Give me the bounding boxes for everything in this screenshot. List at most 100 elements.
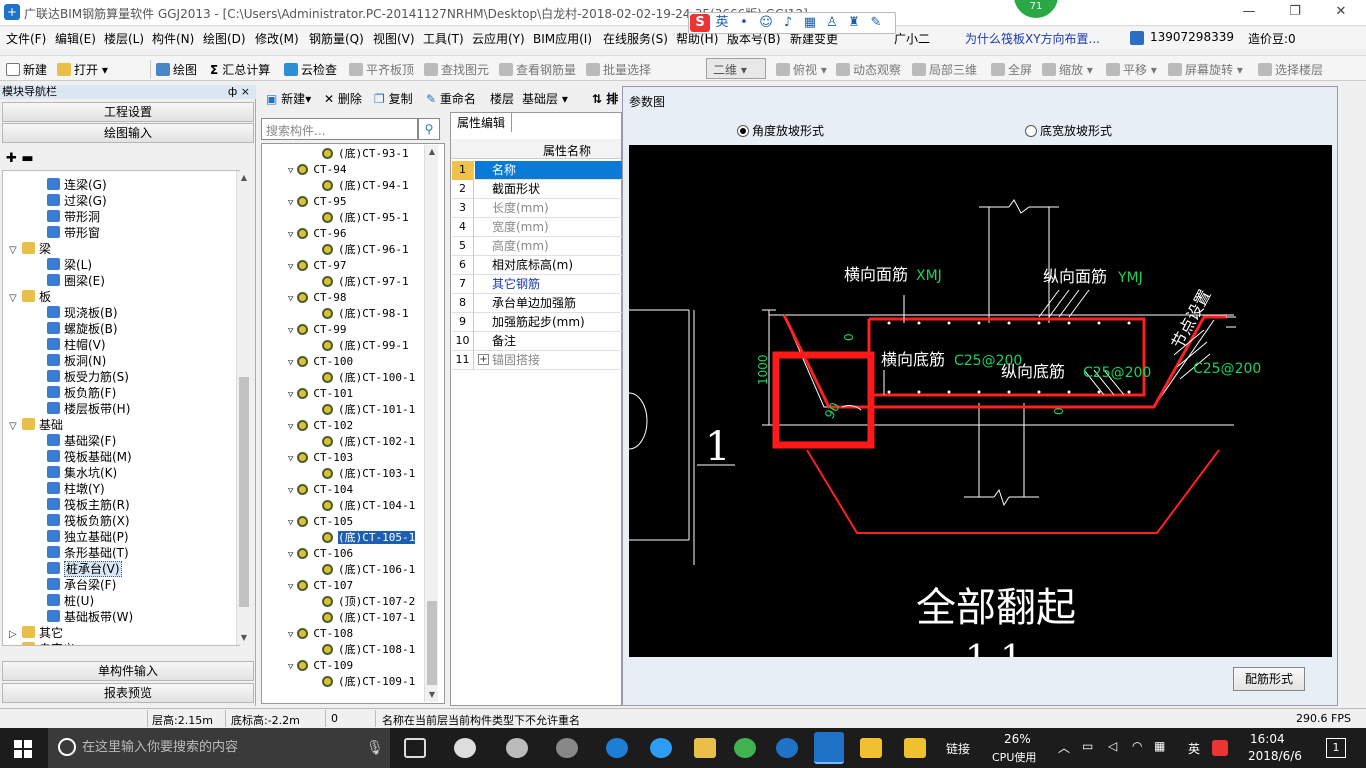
people-icon[interactable]: ♙	[821, 13, 843, 33]
comp-rename-button[interactable]: ✎ 重命名	[426, 90, 476, 107]
comp-copy-button[interactable]: ❐ 复制	[374, 90, 413, 107]
nav-tree-item[interactable]: 板负筋(F)	[47, 385, 116, 401]
cortana-icon[interactable]	[58, 738, 76, 756]
comp-delete-button[interactable]: ✕ 删除	[324, 90, 362, 107]
local-3d-button[interactable]: 局部三维	[912, 61, 977, 78]
scroll-down-icon[interactable]: ▼	[237, 631, 251, 645]
scroll-thumb[interactable]	[239, 377, 249, 607]
component-item[interactable]: ▽ CT-103	[288, 450, 353, 466]
ggj-app-icon[interactable]	[814, 732, 844, 764]
menu-rebar-qty[interactable]: 钢筋量(Q)	[309, 30, 364, 47]
collapse-toggle-icon[interactable]: ▽	[288, 262, 293, 272]
component-item[interactable]: ▽ CT-100	[288, 354, 353, 370]
menu-edit[interactable]: 编辑(E)	[55, 30, 96, 47]
menu-online[interactable]: 在线服务(S)	[603, 30, 668, 47]
expand-all-icon[interactable]: ✚ ▬	[6, 151, 34, 166]
menu-tools[interactable]: 工具(T)	[423, 30, 464, 47]
flush-slab-button[interactable]: 平齐板顶	[349, 61, 414, 78]
mic-icon[interactable]: ♪	[777, 13, 799, 33]
nav-tree-item[interactable]: 现浇板(B)	[47, 305, 118, 321]
nav-tree-item[interactable]: ▽ 梁	[9, 241, 51, 257]
component-item[interactable]: ▽ CT-102	[288, 418, 353, 434]
nav-tree-item[interactable]: 承台梁(F)	[47, 577, 116, 593]
ie-old-icon[interactable]	[506, 738, 528, 758]
component-item[interactable]: ▽ CT-97	[288, 258, 347, 274]
property-edit-tab[interactable]: 属性编辑	[450, 112, 512, 132]
collapse-toggle-icon[interactable]: ▽	[288, 422, 293, 432]
browser-360-icon[interactable]	[734, 738, 756, 758]
expand-toggle-icon[interactable]: ▽	[9, 291, 19, 307]
menu-modify[interactable]: 修改(M)	[255, 30, 299, 47]
collapse-toggle-icon[interactable]: ▽	[288, 662, 293, 672]
close-button[interactable]: ✕	[1318, 0, 1364, 26]
cost-beans[interactable]: 造价豆:0	[1248, 30, 1296, 47]
collapse-toggle-icon[interactable]: ▽	[288, 390, 293, 400]
component-sub-item[interactable]: (底)CT-105-1	[322, 530, 416, 546]
component-item[interactable]: ▽ CT-98	[288, 290, 347, 306]
scroll-up-icon[interactable]: ▲	[237, 171, 251, 185]
rebar-form-button[interactable]: 配筋形式	[1233, 667, 1305, 691]
comp-new-button[interactable]: ▣ 新建▾	[266, 90, 311, 107]
drawing-input-button[interactable]: 绘图输入	[2, 123, 254, 143]
clock-date[interactable]: 2018/6/6	[1248, 749, 1302, 763]
pan-button[interactable]: 平移 ▾	[1106, 61, 1157, 78]
component-sub-item[interactable]: (底)CT-94-1	[322, 178, 409, 194]
component-sub-item[interactable]: (底)CT-97-1	[322, 274, 409, 290]
component-sub-item[interactable]: (底)CT-99-1	[322, 338, 409, 354]
report-preview-button[interactable]: 报表预览	[2, 683, 254, 703]
maximize-button[interactable]: ❐	[1272, 0, 1318, 26]
scroll-thumb[interactable]	[427, 601, 437, 685]
summary-calc-button[interactable]: Σ 汇总计算	[210, 61, 270, 78]
nav-tree-item[interactable]: 集水坑(K)	[47, 465, 117, 481]
component-sub-item[interactable]: (底)CT-108-1	[322, 642, 415, 658]
fullscreen-button[interactable]: 全屏	[991, 61, 1032, 78]
keyboard-icon[interactable]: ▦	[799, 13, 821, 33]
nav-tree-scrollbar[interactable]: ▲ ▼	[236, 171, 250, 645]
collapse-toggle-icon[interactable]: ▽	[288, 358, 293, 368]
property-row[interactable]: 4 宽度(mm)	[452, 218, 622, 237]
windows-start-icon[interactable]	[14, 740, 32, 758]
component-item[interactable]: ▽ CT-94	[288, 162, 347, 178]
pin-close-icon[interactable]: ф ×	[228, 85, 250, 99]
collapse-toggle-icon[interactable]: ▽	[288, 326, 293, 336]
ime-mode[interactable]: 英	[711, 13, 733, 33]
width-slope-radio[interactable]: 底宽放坡形式	[1025, 122, 1112, 139]
expand-toggle-icon[interactable]: ▷	[9, 643, 19, 645]
component-sub-item[interactable]: (底)CT-109-1	[322, 674, 415, 690]
component-item[interactable]: ▽ CT-95	[288, 194, 347, 210]
internet-explorer-icon[interactable]	[650, 738, 672, 758]
nav-tree-item[interactable]: 条形基础(T)	[47, 545, 129, 561]
nav-tree-item[interactable]: 柱帽(V)	[47, 337, 106, 353]
find-element-button[interactable]: 查找图元	[424, 61, 489, 78]
wrench-icon[interactable]: ✎	[865, 13, 887, 33]
menu-bim[interactable]: BIM应用(I)	[533, 30, 592, 47]
menu-file[interactable]: 文件(F)	[6, 30, 46, 47]
project-settings-button[interactable]: 工程设置	[2, 102, 254, 122]
search-icon[interactable]: ⚲	[418, 118, 440, 140]
parameter-drawing-canvas[interactable]: 1 1000 90 0 0 横向面筋 XMJ 纵向面筋 YMJ 节点设置 横向底…	[628, 145, 1332, 680]
help-app-icon[interactable]	[904, 738, 926, 758]
microphone-icon[interactable]: 🎙	[366, 740, 384, 756]
nav-tree-item[interactable]: 连梁(G)	[47, 177, 107, 193]
new-button[interactable]: 新建	[6, 61, 47, 78]
expand-toggle-icon[interactable]: ▽	[9, 243, 19, 259]
zoom-button[interactable]: 缩放 ▾	[1042, 61, 1093, 78]
component-list-scrollbar[interactable]: ▲ ▼	[424, 145, 438, 702]
top-view-button[interactable]: 俯视 ▾	[776, 61, 827, 78]
property-row[interactable]: 10 备注	[452, 332, 622, 351]
nav-tree-item[interactable]: ▽ 基础	[9, 417, 63, 433]
clock-time[interactable]: 16:04	[1250, 732, 1285, 746]
component-sub-item[interactable]: (底)CT-101-1	[322, 402, 415, 418]
component-sub-item[interactable]: (底)CT-106-1	[322, 562, 415, 578]
taskbar-search-input[interactable]: 在这里输入你要搜索的内容	[48, 728, 390, 768]
view-mode-select[interactable]: 二维 ▾	[706, 58, 766, 79]
input-language[interactable]: 英	[1188, 740, 1200, 757]
component-item[interactable]: ▽ CT-99	[288, 322, 347, 338]
wifi-icon[interactable]: ◠	[1132, 739, 1142, 753]
keyboard-tray-icon[interactable]: ▦	[1154, 739, 1165, 753]
component-sub-item[interactable]: (底)CT-103-1	[322, 466, 415, 482]
component-item[interactable]: ▽ CT-101	[288, 386, 353, 402]
property-row[interactable]: 9 加强筋起步(mm)	[452, 313, 622, 332]
component-sub-item[interactable]: (底)CT-104-1	[322, 498, 415, 514]
scroll-down-icon[interactable]: ▼	[425, 688, 439, 702]
